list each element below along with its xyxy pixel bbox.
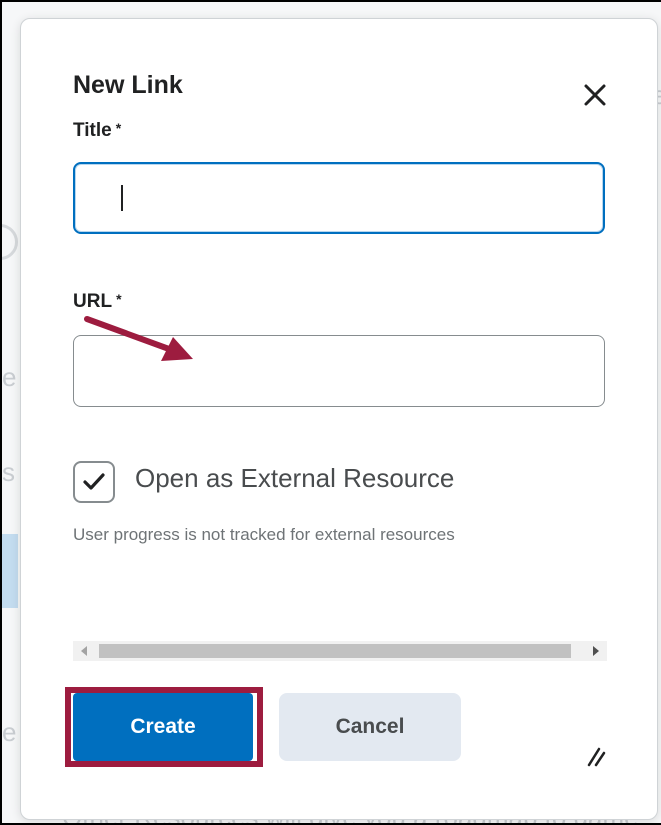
scroll-right-button[interactable] [585, 641, 607, 661]
required-marker: * [116, 291, 122, 307]
required-marker: * [115, 120, 122, 136]
scroll-left-button[interactable] [73, 641, 95, 661]
background-selected-strip [2, 534, 18, 608]
annotation-arrow-icon [84, 316, 193, 361]
horizontal-scrollbar[interactable] [73, 641, 607, 661]
scrollbar-thumb[interactable] [99, 644, 571, 658]
close-button[interactable] [579, 79, 611, 111]
annotation-highlight-box [65, 687, 263, 767]
close-icon [584, 84, 606, 106]
external-resource-help: User progress is not tracked for externa… [73, 525, 455, 544]
external-resource-label[interactable]: Open as External Resource [135, 463, 454, 494]
resize-handle-icon[interactable] [585, 745, 607, 767]
checkmark-icon [83, 473, 105, 490]
background-text-fragment: s [2, 457, 15, 487]
triangle-left-icon [81, 646, 87, 656]
text-caret [121, 185, 123, 211]
new-link-dialog: New Link Title * URL * Open as External Re… [20, 18, 658, 820]
screen-frame: e s e e Other Resources will give you a … [0, 0, 661, 825]
title-label-text: Title [73, 120, 112, 141]
cancel-button[interactable]: Cancel [279, 693, 461, 761]
background-avatar-fragment [2, 224, 18, 260]
title-field-label: Title * [73, 120, 121, 142]
background-text-fragment: e [2, 717, 17, 747]
external-resource-checkbox[interactable] [73, 461, 115, 503]
dialog-title: New Link [73, 71, 183, 99]
triangle-right-icon [593, 646, 599, 656]
background-text-fragment: e [2, 362, 17, 392]
title-input[interactable] [73, 162, 605, 234]
